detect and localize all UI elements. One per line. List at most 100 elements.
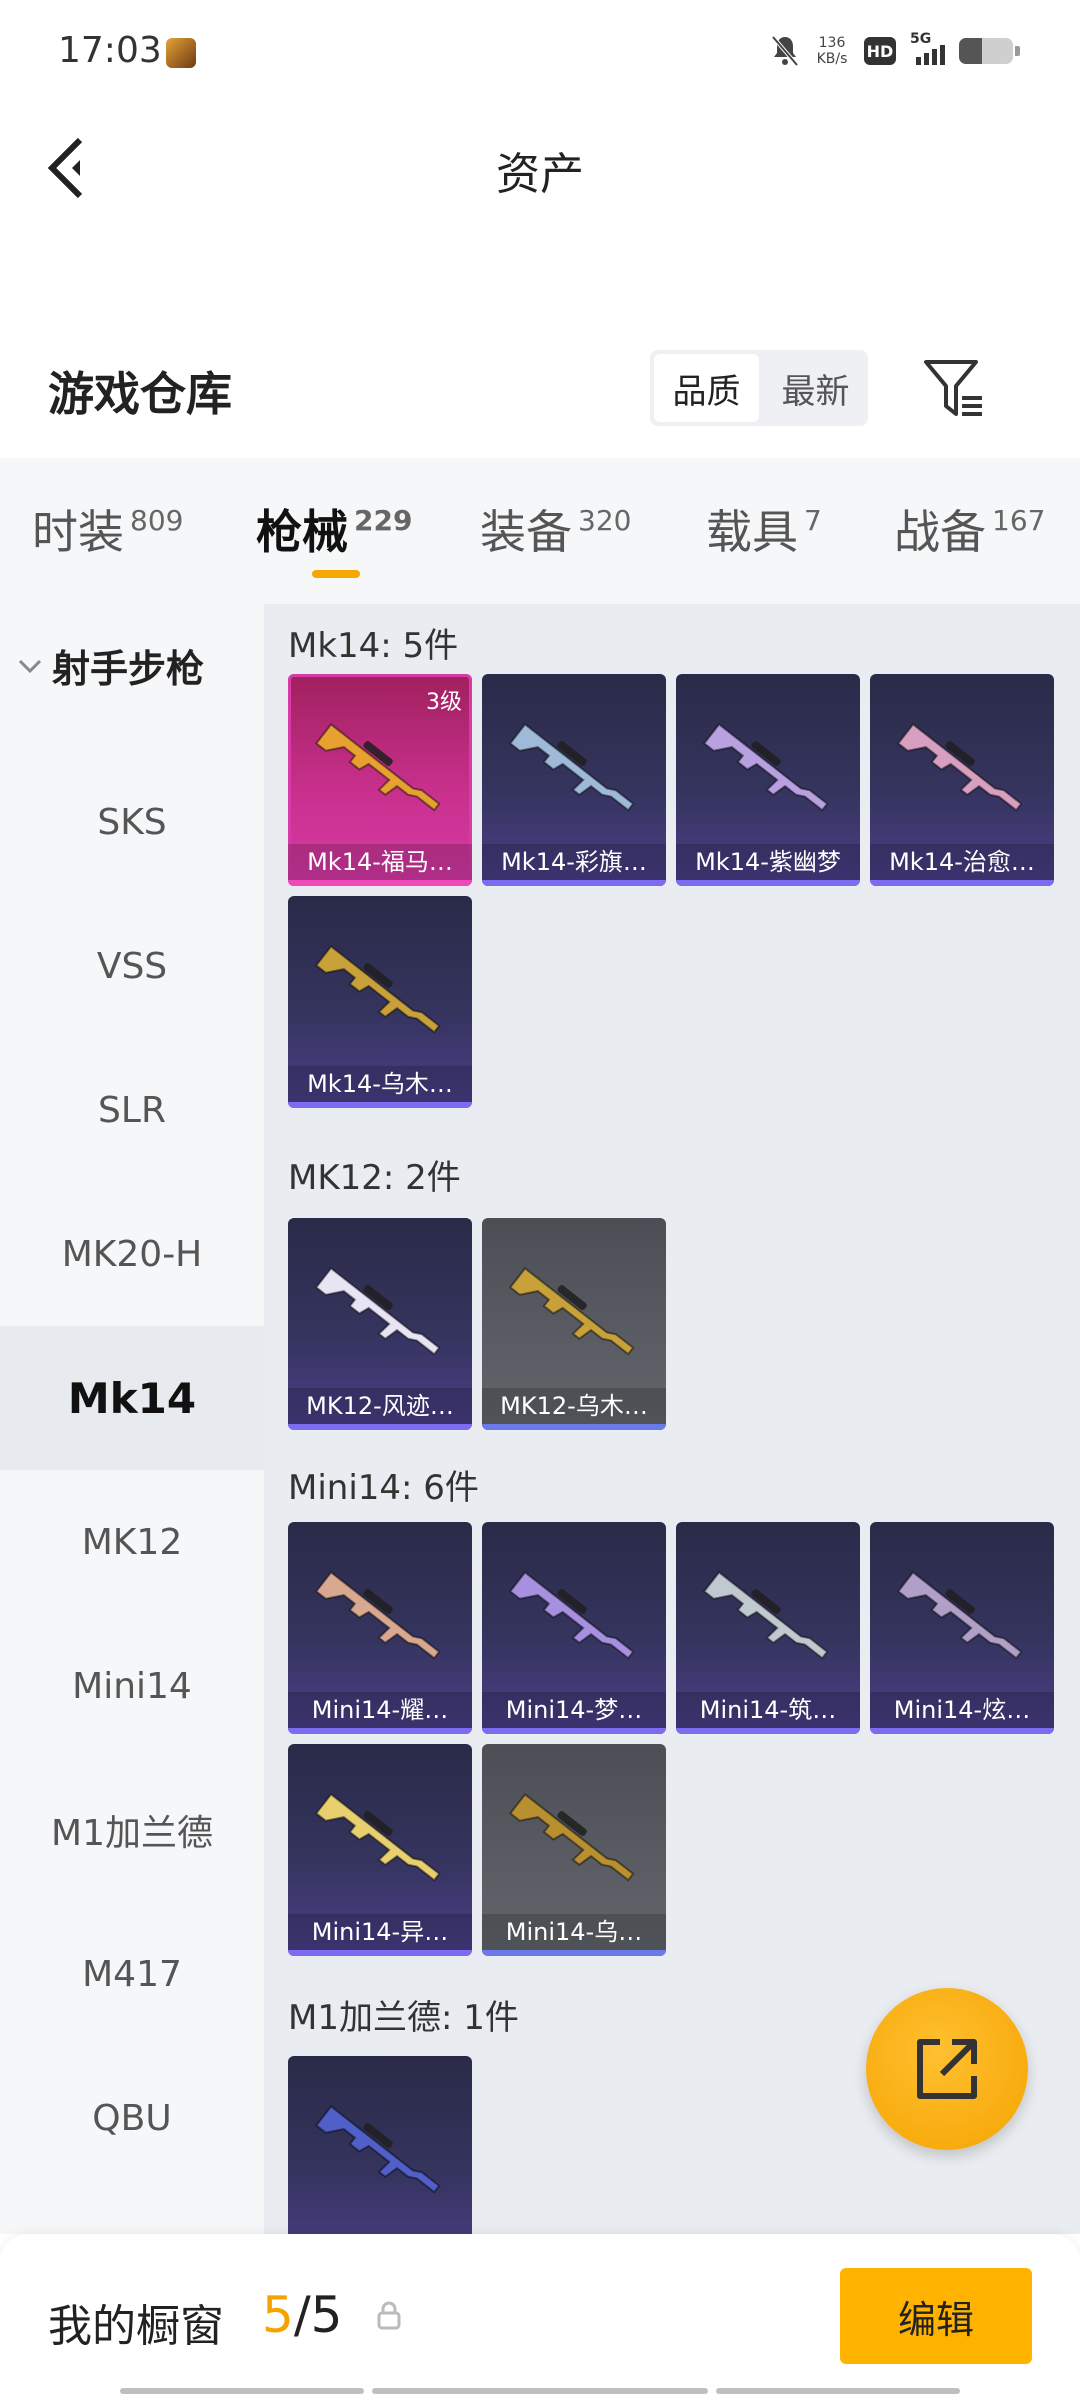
tab-gear[interactable]: 战备 167 xyxy=(894,496,1045,562)
header: 资产 xyxy=(0,100,1080,240)
rifle-icon xyxy=(508,1571,635,1660)
rarity-bar xyxy=(288,1728,472,1734)
share-button[interactable] xyxy=(866,1988,1028,2150)
weapon-card-label: Mini14-梦… xyxy=(482,1692,666,1728)
section-title-m1-garand: M1加兰德: 1件 xyxy=(288,1998,519,2038)
rifle-icon xyxy=(702,1571,829,1660)
rarity-bar xyxy=(482,880,666,886)
rarity-bar xyxy=(482,1424,666,1430)
hd-badge: HD xyxy=(864,37,896,65)
rifle-icon xyxy=(508,723,635,812)
sidebar-item-m1-garand[interactable]: M1加兰德 xyxy=(0,1758,264,1902)
weapon-card[interactable]: Mini14-乌… xyxy=(482,1744,666,1956)
rifle-icon xyxy=(314,1793,441,1882)
tab-count: 809 xyxy=(130,504,184,537)
tab-count: 167 xyxy=(992,504,1046,537)
showcase-count-current: 5 xyxy=(262,2286,294,2344)
chevron-down-icon xyxy=(18,659,42,673)
sidebar-item-slr[interactable]: SLR xyxy=(0,1038,264,1182)
weapon-card[interactable]: Mk14-治愈… xyxy=(870,674,1054,886)
sidebar-item-sks[interactable]: SKS xyxy=(0,750,264,894)
section-title-mk12: MK12: 2件 xyxy=(288,1158,461,1198)
weapon-card-label: MK12-乌木… xyxy=(482,1388,666,1424)
weapon-card[interactable]: Mk14-彩旗… xyxy=(482,674,666,886)
status-bar: 17:03 136 KB/s HD 5G xyxy=(0,0,1080,100)
weapon-card[interactable]: MK12-风迹… xyxy=(288,1218,472,1430)
rifle-icon xyxy=(896,723,1023,812)
sidebar-group-marksman[interactable]: 射手步枪 xyxy=(18,638,204,693)
sort-option-newest[interactable]: 最新 xyxy=(763,350,868,426)
rarity-bar xyxy=(288,1950,472,1956)
tab-count: 7 xyxy=(804,504,822,537)
rarity-bar xyxy=(482,1950,666,1956)
warehouse-title: 游戏仓库 xyxy=(48,367,232,421)
tab-vehicles[interactable]: 载具 7 xyxy=(706,496,822,562)
weapon-card[interactable]: Mini14-筑… xyxy=(676,1522,860,1734)
weapon-card-label: Mini14-乌… xyxy=(482,1914,666,1950)
weapon-card[interactable]: MK12-乌木… xyxy=(482,1218,666,1430)
showcase-count: 5/5 xyxy=(262,2286,342,2344)
tab-label: 载具 xyxy=(706,505,798,559)
status-time: 17:03 xyxy=(58,30,162,71)
sidebar-item-m417[interactable]: M417 xyxy=(0,1902,264,2046)
tab-firearms[interactable]: 枪械 229 xyxy=(256,496,412,562)
rifle-icon xyxy=(314,1267,441,1356)
rifle-icon xyxy=(896,1571,1023,1660)
rarity-bar xyxy=(288,1424,472,1430)
rarity-bar xyxy=(288,880,472,886)
filter-icon xyxy=(924,360,982,416)
rarity-bar xyxy=(288,1102,472,1108)
active-tab-indicator xyxy=(312,570,360,578)
weapon-card-label: Mini14-筑… xyxy=(676,1692,860,1728)
signal-icon: 5G xyxy=(910,31,945,65)
sidebar-group-label: 射手步枪 xyxy=(52,647,205,691)
filter-button[interactable] xyxy=(922,358,988,422)
tab-fashion[interactable]: 时装 809 xyxy=(32,496,183,562)
weapon-card[interactable] xyxy=(288,2056,472,2234)
sort-option-quality[interactable]: 品质 xyxy=(654,354,759,422)
showcase-count-separator: / xyxy=(293,2286,311,2344)
weapon-card[interactable]: Mini14-异… xyxy=(288,1744,472,1956)
net-speed: 136 KB/s xyxy=(814,35,850,67)
sidebar-item-mk12[interactable]: MK12 xyxy=(0,1470,264,1614)
category-tabs: 时装 809 枪械 229 装备 320 载具 7 战备 167 xyxy=(0,458,1080,604)
lock-icon xyxy=(376,2300,402,2330)
rifle-icon xyxy=(314,1571,441,1660)
weapon-card[interactable]: Mini14-梦… xyxy=(482,1522,666,1734)
rarity-bar xyxy=(676,1728,860,1734)
sidebar-item-mk14[interactable]: Mk14 xyxy=(0,1326,264,1470)
weapon-card[interactable]: Mk14-乌木… xyxy=(288,896,472,1108)
tab-equipment[interactable]: 装备 320 xyxy=(480,496,631,562)
tab-count: 229 xyxy=(354,504,413,537)
bell-muted-icon xyxy=(770,34,800,68)
showcase-label: 我的橱窗 xyxy=(48,2301,224,2352)
net-speed-unit: KB/s xyxy=(816,51,848,67)
weapon-card-label: Mk14-乌木… xyxy=(288,1066,472,1102)
weapon-card-label: Mini14-耀… xyxy=(288,1692,472,1728)
weapon-card-label: Mini14-炫… xyxy=(870,1692,1054,1728)
network-type: 5G xyxy=(910,31,932,47)
showcase-count-total: 5 xyxy=(310,2286,343,2344)
weapon-card[interactable]: 3级 Mk14-福马… xyxy=(288,674,472,886)
sidebar-item-mk20h[interactable]: MK20-H xyxy=(0,1182,264,1326)
battery-level xyxy=(959,38,982,64)
weapon-card-label: Mk14-彩旗… xyxy=(482,844,666,880)
weapon-card[interactable]: Mini14-耀… xyxy=(288,1522,472,1734)
rifle-icon xyxy=(508,1267,635,1356)
section-title-mk14: Mk14: 5件 xyxy=(288,626,459,666)
weapon-card[interactable]: Mini14-炫… xyxy=(870,1522,1054,1734)
sidebar-item-vss[interactable]: VSS xyxy=(0,894,264,1038)
rifle-icon xyxy=(508,1793,635,1882)
sidebar-item-mini14[interactable]: Mini14 xyxy=(0,1614,264,1758)
edit-button[interactable]: 编辑 xyxy=(840,2268,1032,2364)
weapon-card[interactable]: Mk14-紫幽梦 xyxy=(676,674,860,886)
rarity-bar xyxy=(676,880,860,886)
sidebar-item-qbu[interactable]: QBU xyxy=(0,2046,264,2190)
weapon-card-label: Mk14-紫幽梦 xyxy=(676,844,860,880)
weapon-sidebar: 射手步枪 SKS VSS SLR MK20-H Mk14 MK12 Mini14… xyxy=(0,604,264,2234)
weapon-card-label: Mk14-治愈… xyxy=(870,844,1054,880)
warehouse-header: 游戏仓库 品质 最新 xyxy=(0,330,1080,450)
nav-handle-right xyxy=(716,2388,960,2394)
nav-handle-center xyxy=(372,2388,708,2394)
share-external-icon xyxy=(917,2039,977,2099)
